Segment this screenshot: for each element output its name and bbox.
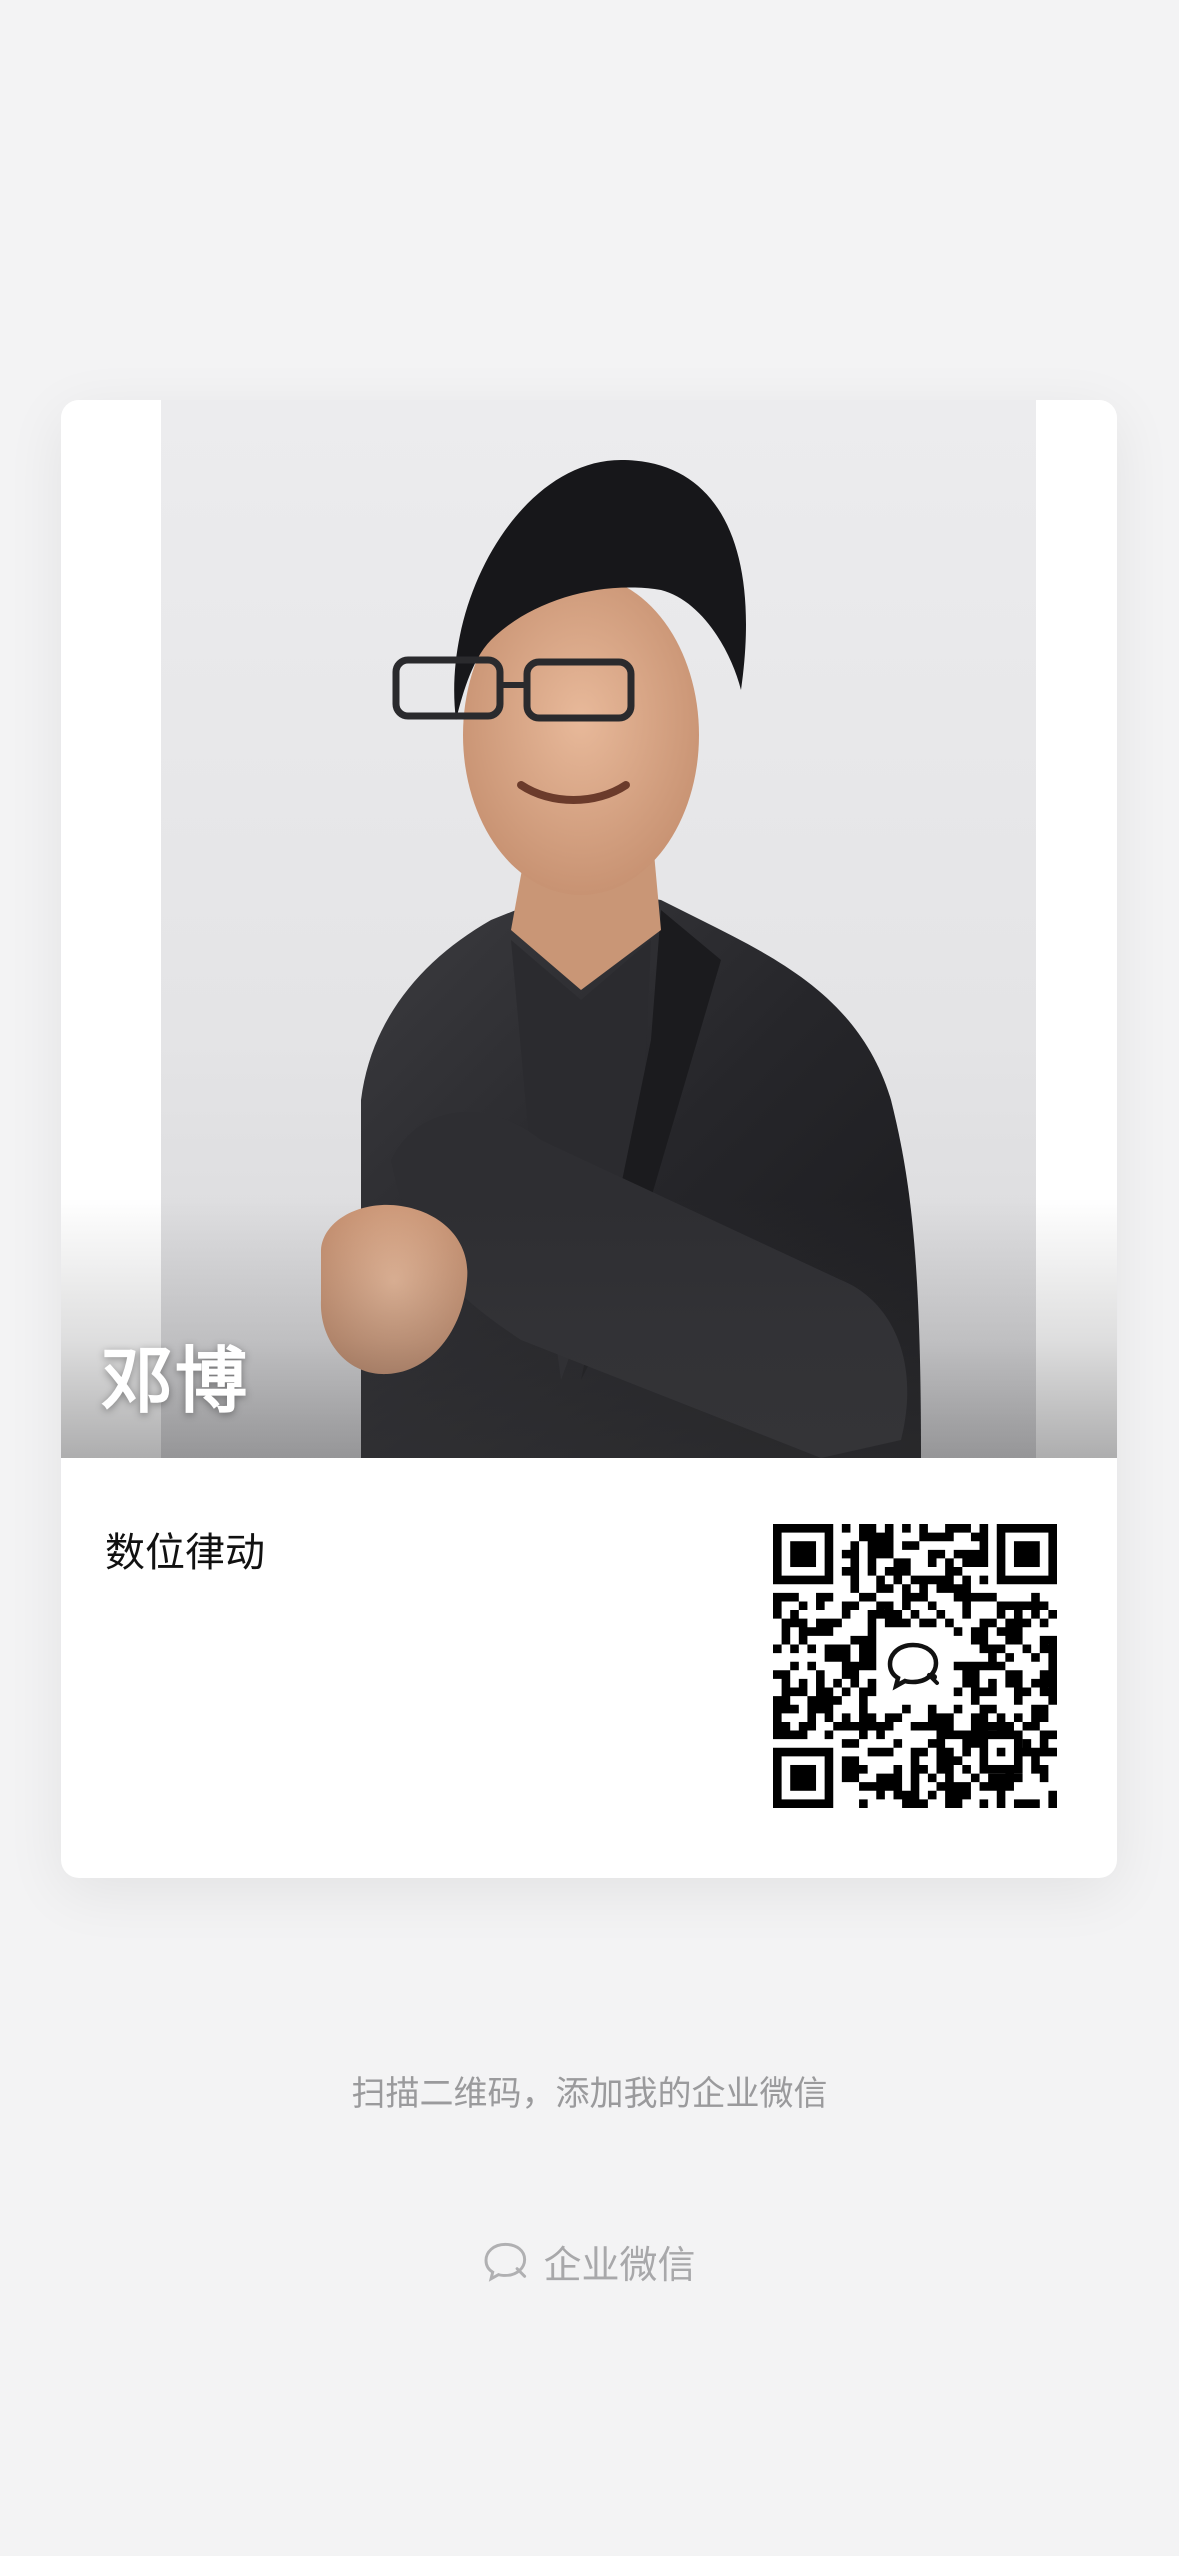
footer-brand: 企业微信 — [0, 2234, 1179, 2289]
profile-photo: 邓博 — [61, 400, 1117, 1458]
company-name: 数位律动 — [105, 1530, 265, 1576]
wecom-chat-icon — [485, 2242, 527, 2282]
contact-name: 邓博 — [101, 1339, 250, 1423]
wecom-chat-icon — [882, 1633, 948, 1699]
business-card: 邓博 数位律动 — [61, 400, 1117, 1878]
qr-code[interactable] — [773, 1524, 1057, 1808]
footer-brand-label: 企业微信 — [543, 2243, 696, 2287]
scan-hint-text: 扫描二维码，添加我的企业微信 — [351, 2074, 828, 2114]
